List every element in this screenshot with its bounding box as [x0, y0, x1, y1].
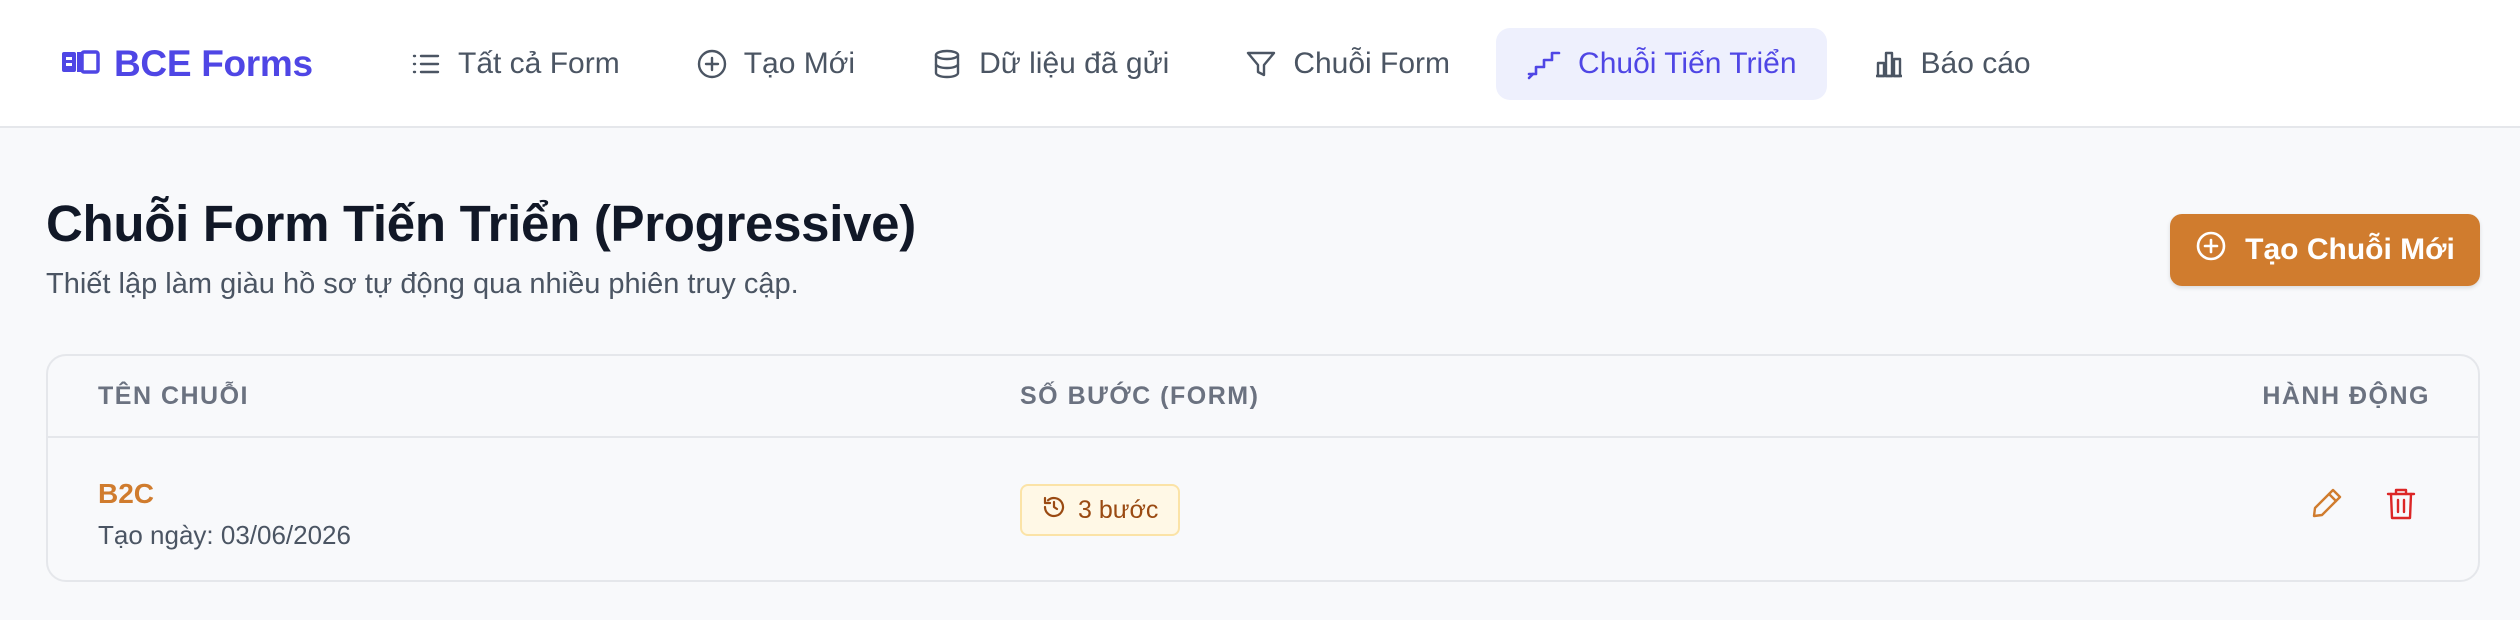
list-icon: [410, 48, 442, 80]
table-row: B2C Tạo ngày: 03/06/2026 3 bước: [48, 440, 2478, 580]
column-header-steps: SỐ BƯỚC (FORM): [1020, 382, 1260, 410]
database-icon: [931, 48, 963, 80]
page-subtitle: Thiết lập làm giàu hồ sơ tự động qua nhi…: [46, 268, 799, 300]
nav-item-label: Dữ liệu đã gửi: [979, 47, 1170, 80]
history-icon: [1042, 495, 1066, 526]
nav-item-submitted-data[interactable]: Dữ liệu đã gửi: [901, 28, 1199, 100]
nav-item-label: Báo cáo: [1920, 47, 2031, 80]
column-header-actions: HÀNH ĐỘNG: [2262, 382, 2430, 410]
trash-icon[interactable]: [2384, 486, 2418, 527]
nav-item-label: Chuỗi Tiến Triển: [1578, 47, 1797, 80]
column-header-name: TÊN CHUỖI: [98, 382, 249, 410]
steps-count: 3 bước: [1078, 495, 1159, 524]
main-nav: Tất cả Form Tạo Mới Dữ liệu đã gửi Chuỗi…: [380, 28, 2061, 100]
nav-item-all-forms[interactable]: Tất cả Form: [380, 28, 650, 100]
nav-item-label: Chuỗi Form: [1293, 47, 1451, 80]
stairs-icon: [1526, 48, 1562, 80]
nav-item-create-new[interactable]: Tạo Mới: [666, 28, 885, 100]
nav-item-reports[interactable]: Báo cáo: [1843, 28, 2061, 100]
nav-item-label: Tạo Mới: [743, 47, 856, 80]
chain-created-date: Tạo ngày: 03/06/2026: [98, 520, 351, 550]
plus-circle-icon: [2195, 230, 2227, 270]
brand-logo[interactable]: BCE Forms: [60, 40, 313, 88]
chain-name[interactable]: B2C: [98, 478, 154, 510]
nav-item-label: Tất cả Form: [458, 47, 620, 80]
filter-icon: [1245, 48, 1277, 80]
brand-name: BCE Forms: [114, 43, 313, 84]
book-open-icon: [60, 48, 100, 81]
steps-badge: 3 bước: [1020, 484, 1180, 536]
create-chain-button-label: Tạo Chuỗi Mới: [2245, 233, 2455, 266]
create-chain-button[interactable]: Tạo Chuỗi Mới: [2170, 214, 2480, 286]
chains-table: TÊN CHUỖI SỐ BƯỚC (FORM) HÀNH ĐỘNG B2C T…: [46, 354, 2480, 582]
bar-chart-icon: [1873, 48, 1905, 80]
top-navigation-bar: BCE Forms Tất cả Form Tạo Mới Dữ liệu đã…: [0, 0, 2520, 128]
nav-item-progressive-chain[interactable]: Chuỗi Tiến Triển: [1496, 28, 1827, 100]
plus-circle-icon: [696, 48, 728, 80]
nav-item-form-chain[interactable]: Chuỗi Form: [1215, 28, 1480, 100]
pencil-icon[interactable]: [2310, 486, 2344, 525]
table-header: TÊN CHUỖI SỐ BƯỚC (FORM) HÀNH ĐỘNG: [48, 356, 2478, 438]
page-title: Chuỗi Form Tiến Triển (Progressive): [46, 195, 916, 252]
